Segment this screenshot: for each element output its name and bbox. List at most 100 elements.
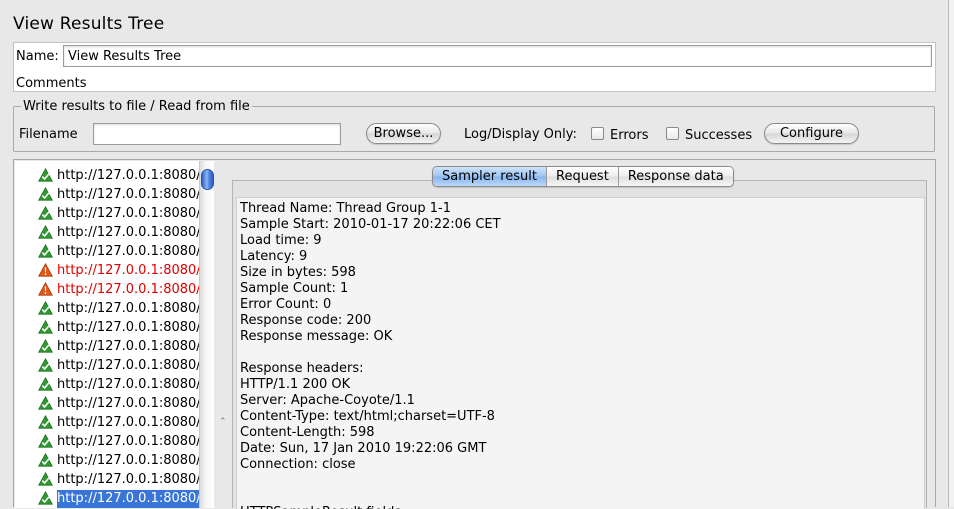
result-line: Sample Count: 1 [240,281,349,296]
warning-icon [38,282,53,296]
page-title: View Results Tree [13,14,165,34]
tree-item-label: http://127.0.0.1:8080/ [57,490,199,508]
success-icon [38,396,53,410]
tree-item[interactable]: http://127.0.0.1:8080/ [15,451,199,470]
result-line: HTTP/1.1 200 OK [240,377,351,392]
result-line: Thread Name: Thread Group 1-1 [240,201,451,216]
browse-button[interactable]: Browse... [366,123,441,144]
tree-item[interactable]: http://127.0.0.1:8080/ [15,356,199,375]
divider-grip-icon: ⌃ [219,417,227,427]
tree-item-label: http://127.0.0.1:8080/ [57,206,199,221]
tree-item[interactable]: http://127.0.0.1:8080/ [15,489,199,508]
tree-item[interactable]: http://127.0.0.1:8080/ [15,470,199,489]
tree-item-label: http://127.0.0.1:8080/ [57,377,199,392]
success-icon [38,358,53,372]
log-display-label: Log/Display Only: [464,127,577,142]
tree-scrollbar[interactable] [199,161,214,508]
result-tabs: Sampler result Request Response data [432,166,734,187]
filename-label: Filename [19,127,78,142]
tree-item[interactable]: http://127.0.0.1:8080/ [15,299,199,318]
tree-item-label: http://127.0.0.1:8080/ [57,396,199,411]
window-right-edge [948,0,954,507]
result-line: Content-Type: text/html;charset=UTF-8 [240,409,495,424]
results-split-pane: http://127.0.0.1:8080/http://127.0.0.1:8… [13,159,936,509]
tree-item-label: http://127.0.0.1:8080/ [57,244,199,259]
successes-checkbox[interactable] [666,127,679,140]
name-comments-panel: Name: Comments: [13,42,936,92]
sampler-result-panel: Thread Name: Thread Group 1-1 Sample Star… [232,180,927,509]
result-line: Content-Length: 598 [240,425,375,440]
name-label: Name: [16,49,59,64]
sampler-result-text[interactable]: Thread Name: Thread Group 1-1 Sample Star… [236,197,925,509]
tree-item[interactable]: http://127.0.0.1:8080/ [15,204,199,223]
file-options-group: Write results to file / Read from file F… [13,99,935,152]
success-icon [38,225,53,239]
success-icon [38,472,53,486]
result-line: Latency: 9 [240,249,308,264]
tab-response-data[interactable]: Response data [618,167,733,186]
tree-item-label: http://127.0.0.1:8080/ [57,168,199,183]
result-line: Connection: close [240,457,356,472]
warning-icon [38,263,53,277]
comments-field[interactable] [87,75,935,91]
result-line: Date: Sun, 17 Jan 2010 19:22:06 GMT [240,441,487,456]
tree-item-label: http://127.0.0.1:8080/ [57,320,199,335]
tree-item-label: http://127.0.0.1:8080/ [57,453,199,468]
results-tree: http://127.0.0.1:8080/http://127.0.0.1:8… [15,161,199,508]
successes-label: Successes [685,128,753,143]
tree-item[interactable]: http://127.0.0.1:8080/ [15,242,199,261]
tree-item[interactable]: http://127.0.0.1:8080/ [15,413,199,432]
tree-item-label: http://127.0.0.1:8080/ [57,225,199,240]
success-icon [38,415,53,429]
tree-item-label: http://127.0.0.1:8080/ [57,415,199,430]
tree-item-label: http://127.0.0.1:8080/ [57,282,199,297]
success-icon [38,244,53,258]
success-icon [38,453,53,467]
split-divider[interactable]: ⌃ [215,161,230,508]
success-icon [38,206,53,220]
tree-item-label: http://127.0.0.1:8080/ [57,339,199,354]
tab-request[interactable]: Request [547,167,619,186]
comments-label: Comments: [16,76,91,91]
errors-label: Errors [610,128,649,143]
tab-sampler-result[interactable]: Sampler result [433,167,547,186]
result-line: Sample Start: 2010-01-17 20:22:06 CET [240,217,501,232]
tree-item-label: http://127.0.0.1:8080/ [57,434,199,449]
tree-item[interactable]: http://127.0.0.1:8080/ [15,375,199,394]
result-line: Response code: 200 [240,313,372,328]
name-input[interactable] [63,45,932,67]
result-line: Size in bytes: 598 [240,265,356,280]
result-line: Error Count: 0 [240,297,332,312]
success-icon [38,301,53,315]
result-line: Response message: OK [240,329,393,344]
file-group-legend: Write results to file / Read from file [21,99,252,115]
tree-item[interactable]: http://127.0.0.1:8080/ [15,166,199,185]
tree-item[interactable]: http://127.0.0.1:8080/ [15,394,199,413]
result-line: Load time: 9 [240,233,322,248]
tree-item[interactable]: http://127.0.0.1:8080/ [15,280,199,299]
success-icon [38,168,53,182]
success-icon [38,377,53,391]
success-icon [38,187,53,201]
success-icon [38,434,53,448]
tree-scroll-thumb[interactable] [201,169,214,190]
result-line: Response headers: [240,361,364,376]
configure-button[interactable]: Configure [764,123,859,144]
tree-item[interactable]: http://127.0.0.1:8080/ [15,223,199,242]
success-icon [38,339,53,353]
tree-item[interactable]: http://127.0.0.1:8080/ [15,185,199,204]
tree-item[interactable]: http://127.0.0.1:8080/ [15,261,199,280]
tree-item-label: http://127.0.0.1:8080/ [57,187,199,202]
tree-item-label: http://127.0.0.1:8080/ [57,263,199,278]
tree-item[interactable]: http://127.0.0.1:8080/ [15,337,199,356]
tree-item[interactable]: http://127.0.0.1:8080/ [15,318,199,337]
tree-item-label: http://127.0.0.1:8080/ [57,301,199,316]
success-icon [38,491,53,505]
tree-item-label: http://127.0.0.1:8080/ [57,472,199,487]
filename-input[interactable] [93,123,341,145]
success-icon [38,320,53,334]
tree-item-label: http://127.0.0.1:8080/ [57,358,199,373]
errors-checkbox[interactable] [591,127,604,140]
tree-item[interactable]: http://127.0.0.1:8080/ [15,432,199,451]
result-line: Server: Apache-Coyote/1.1 [240,393,415,408]
